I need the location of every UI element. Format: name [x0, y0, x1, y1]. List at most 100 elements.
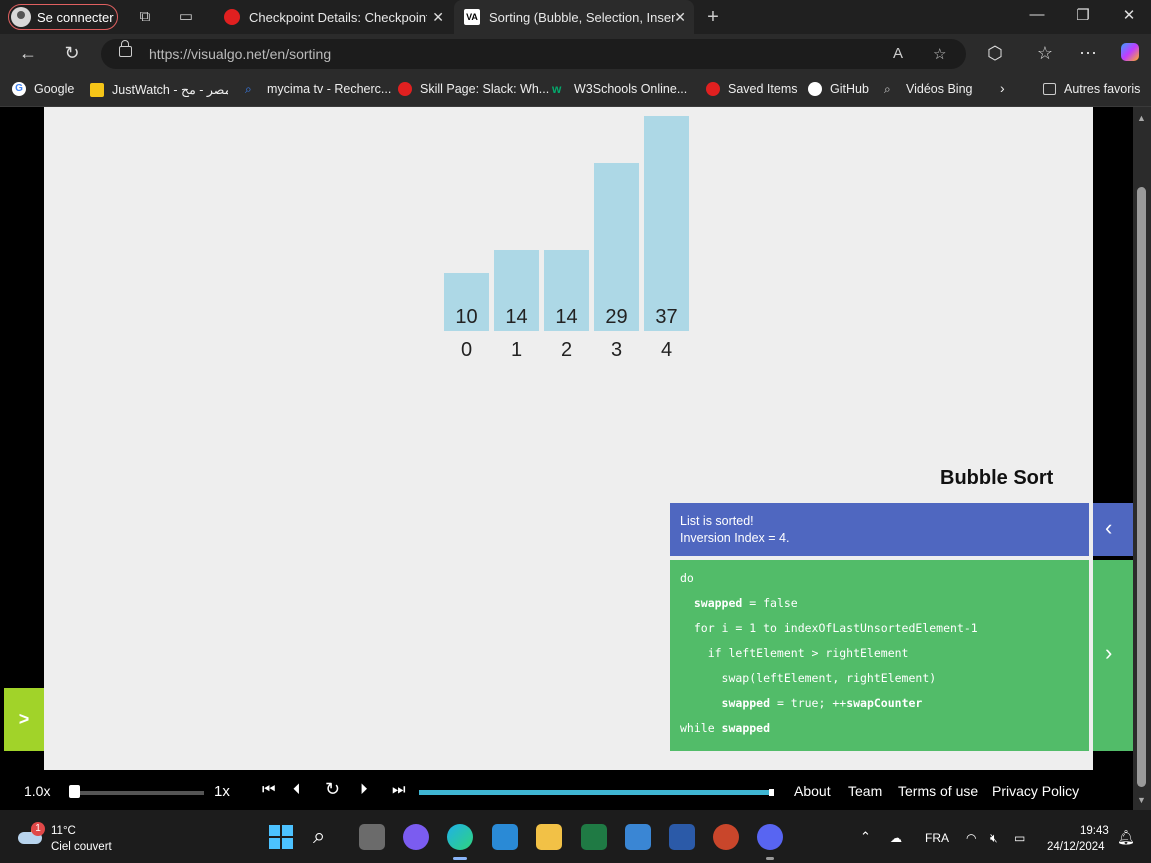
close-tab-icon[interactable]: ✕	[432, 9, 444, 26]
clock-time[interactable]: 19:43	[1080, 825, 1109, 837]
privacy-policy-link[interactable]: Privacy Policy	[992, 783, 1079, 799]
read-aloud-icon[interactable]: A	[893, 45, 903, 62]
justwatch-icon	[90, 82, 104, 97]
scroll-up-arrow-icon[interactable]: ▲	[1137, 113, 1146, 123]
bookmark-github[interactable]: GitHub	[808, 82, 869, 96]
bookmark-mycima[interactable]: ⌕ mycima tv - Recherc...	[245, 82, 391, 96]
algorithm-title: Bubble Sort	[940, 467, 1054, 489]
go-to-beginning-icon[interactable]: ⏮	[262, 781, 276, 798]
favorite-star-icon[interactable]: ☆	[933, 45, 946, 63]
code-line: swapped = false	[693, 596, 798, 610]
url-text: https://visualgo.net/en/sorting	[149, 46, 332, 62]
powerpoint-icon[interactable]	[713, 824, 739, 850]
back-icon[interactable]: ←	[16, 43, 40, 64]
animation-controls: 1.0x 1x ⏮ ⏴ ↻ ⏵ ⏭ About Team Terms of us…	[0, 770, 1133, 810]
team-link[interactable]: Team	[848, 783, 882, 799]
excel-icon[interactable]	[581, 824, 607, 850]
clock-date[interactable]: 24/12/2024	[1047, 841, 1105, 853]
vscode-icon[interactable]	[492, 824, 518, 850]
progress-handle[interactable]	[769, 789, 774, 796]
edge-active-indicator	[453, 857, 467, 860]
animation-progress-bar[interactable]	[419, 790, 774, 795]
go-to-end-icon[interactable]: ⏭	[392, 781, 406, 798]
terms-of-use-link[interactable]: Terms of use	[898, 783, 978, 799]
close-window-icon[interactable]: ✕	[1114, 6, 1144, 24]
bookmark-justwatch[interactable]: JustWatch - مصر - مح...	[90, 82, 228, 97]
speed-slider-track[interactable]	[70, 791, 204, 795]
about-link[interactable]: About	[794, 783, 831, 799]
open-actions-button[interactable]: >	[4, 688, 44, 751]
search-icon[interactable]: ⌕	[313, 824, 339, 850]
tab-checkpoint-details[interactable]: Checkpoint Details: Checkpoint D ✕	[214, 0, 452, 34]
favorites-icon[interactable]: ☆	[1033, 43, 1057, 64]
show-hidden-icons-chevron-icon[interactable]: ⌃	[860, 829, 871, 845]
bookmark-other-favorites[interactable]: Autres favoris	[1043, 82, 1140, 96]
lock-icon	[119, 40, 132, 57]
bookmark-w3schools[interactable]: w W3Schools Online...	[552, 82, 687, 96]
search-icon: ⌕	[884, 82, 891, 96]
progress-fill	[419, 790, 774, 795]
step-backward-icon[interactable]: ⏴	[293, 781, 301, 798]
new-tab-icon[interactable]: +	[704, 7, 722, 27]
profile-button[interactable]: Se connecter	[8, 4, 118, 30]
temperature: 11°C	[51, 825, 76, 837]
search-icon: ⌕	[245, 82, 252, 96]
bookmark-label: Vidéos Bing	[906, 82, 973, 96]
speed-value: 1x	[214, 783, 230, 800]
file-explorer-icon[interactable]	[536, 824, 562, 850]
edge-browser-icon[interactable]	[447, 824, 473, 850]
scroll-down-arrow-icon[interactable]: ▼	[1137, 795, 1146, 805]
bar-value-label: 37	[655, 306, 678, 328]
speed-slider-handle[interactable]	[69, 785, 80, 798]
cloud-sync-icon[interactable]: ☁	[890, 831, 902, 845]
collapse-code-button[interactable]: ›	[1093, 560, 1133, 751]
bookmarks-bar: G Google JustWatch - مصر - مح... ⌕ mycim…	[0, 74, 1151, 107]
page-scrollbar[interactable]: ▲ ▼	[1133, 107, 1151, 810]
code-line: swapped = true; ++swapCounter	[721, 696, 923, 710]
notifications-bell-icon[interactable]: 🔔︎	[1117, 829, 1135, 846]
battery-icon[interactable]: ▭	[1014, 831, 1025, 845]
chevron-right-icon: ›	[1105, 640, 1113, 665]
code-line: while swapped	[680, 721, 771, 735]
wifi-icon[interactable]: ◠	[966, 831, 976, 845]
address-bar[interactable]: https://visualgo.net/en/sorting A ☆	[101, 39, 966, 69]
workspaces-icon[interactable]: ⧉	[136, 8, 154, 26]
tab-actions-icon[interactable]: ▭	[177, 8, 195, 26]
bar-index-label: 2	[560, 339, 573, 361]
bookmarks-more-chevron-icon[interactable]: ›	[1000, 80, 1005, 96]
minimize-icon[interactable]: —	[1022, 6, 1052, 23]
microsoft-store-icon[interactable]	[625, 824, 651, 850]
volume-muted-icon[interactable]: 🔇︎	[990, 831, 998, 846]
tab-sorting[interactable]: VA Sorting (Bubble, Selection, Insertio …	[454, 0, 694, 34]
collapse-status-button[interactable]: ‹	[1093, 503, 1133, 556]
browser-title-bar: Se connecter ⧉ ▭ Checkpoint Details: Che…	[0, 0, 1151, 34]
skill-page-icon	[398, 82, 412, 96]
bar-value-label: 10	[455, 306, 478, 328]
bookmark-saved-items[interactable]: Saved Items	[706, 82, 797, 96]
replay-icon[interactable]: ↻	[325, 779, 340, 800]
profile-label: Se connecter	[37, 9, 114, 25]
discord-icon[interactable]	[757, 824, 783, 850]
scroll-thumb[interactable]	[1137, 187, 1146, 787]
array-bar	[644, 116, 689, 331]
status-line: Inversion Index = 4.	[680, 531, 790, 545]
step-forward-icon[interactable]: ⏵	[360, 781, 368, 798]
start-menu-icon[interactable]	[268, 824, 294, 850]
close-tab-icon[interactable]: ✕	[674, 9, 686, 26]
input-language[interactable]: FRA	[925, 831, 949, 845]
checkpoint-favicon-icon	[224, 9, 240, 25]
navigation-bar: ← ↻ https://visualgo.net/en/sorting A ☆ …	[0, 34, 1151, 74]
word-icon[interactable]	[669, 824, 695, 850]
teams-chat-icon[interactable]	[403, 824, 429, 850]
extensions-icon[interactable]: ⬡	[983, 43, 1007, 64]
restore-icon[interactable]: ❐	[1068, 6, 1098, 24]
bookmark-skill-page[interactable]: Skill Page: Slack: Wh...	[398, 82, 549, 96]
discord-running-indicator	[766, 857, 774, 860]
copilot-icon[interactable]	[1118, 43, 1142, 66]
bookmark-google[interactable]: G Google	[12, 82, 74, 96]
task-view-icon[interactable]	[359, 824, 385, 850]
bookmark-videos-bing[interactable]: ⌕ Vidéos Bing	[884, 82, 973, 96]
google-icon: G	[12, 82, 26, 96]
more-menu-icon[interactable]: ⋯	[1076, 43, 1100, 64]
refresh-icon[interactable]: ↻	[60, 43, 84, 64]
